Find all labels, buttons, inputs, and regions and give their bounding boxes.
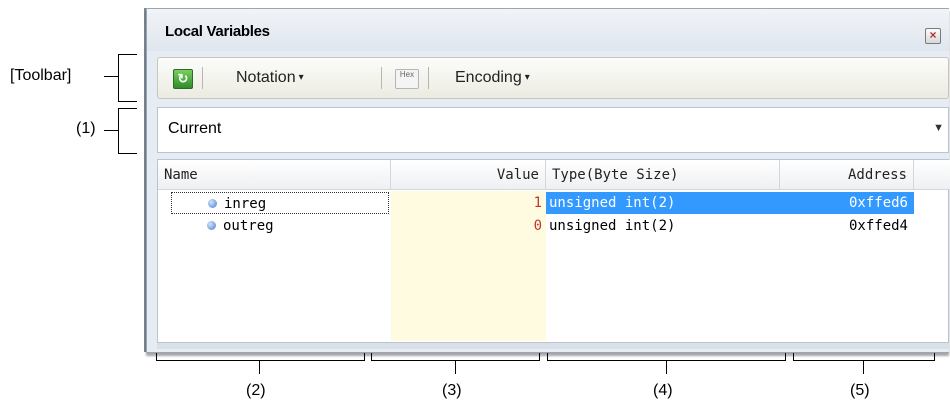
row-type[interactable]: unsigned int(2) [546, 192, 780, 214]
row-name: inreg [224, 196, 267, 212]
column-header-value[interactable]: Value [391, 160, 546, 190]
dropdown-arrow-icon[interactable]: ▼ [933, 122, 944, 134]
column-header-filler [914, 160, 950, 190]
combo-annotation: (1) [76, 120, 96, 137]
column-header-address[interactable]: Address [780, 160, 914, 190]
panel-title: Local Variables [165, 23, 270, 40]
close-icon[interactable]: × [925, 28, 941, 44]
variables-grid: Name Value Type(Byte Size) Address inreg… [157, 159, 950, 343]
refresh-icon[interactable]: ↻ [173, 69, 193, 89]
column-bracket-type-tick [666, 361, 668, 374]
table-row[interactable]: inreg [171, 192, 389, 214]
name-column-annotation: (2) [246, 382, 266, 399]
toolbar-separator [381, 67, 382, 89]
toolbar-annotation-line [104, 76, 118, 77]
toolbar-annotation: [Toolbar] [10, 67, 72, 84]
value-column-annotation: (3) [442, 382, 462, 399]
chevron-down-icon: ▾ [298, 72, 304, 83]
table-row[interactable]: outreg [171, 215, 389, 237]
toolbar-separator [202, 67, 203, 89]
panel-bottom-edge [157, 343, 949, 349]
variable-icon [207, 221, 216, 230]
toolbar: ↻ Notation ▾ Hex Encoding ▾ [157, 57, 949, 99]
column-bracket-value-tick [455, 361, 457, 374]
combo-annotation-bracket [118, 108, 137, 154]
titlebar: Local Variables × [147, 9, 949, 51]
row-address[interactable]: 0xffed6 [780, 192, 914, 214]
encoding-menu-button[interactable]: Encoding ▾ [455, 69, 530, 87]
row-address[interactable]: 0xffed4 [780, 215, 914, 237]
toolbar-separator [428, 67, 429, 89]
column-header-type[interactable]: Type(Byte Size) [546, 160, 780, 190]
row-value[interactable]: 0 [391, 215, 546, 237]
row-name: outreg [223, 218, 274, 234]
chevron-down-icon: ▾ [524, 72, 530, 83]
column-bracket-address-tick [863, 361, 865, 374]
variable-icon [208, 199, 217, 208]
encoding-label: Encoding [455, 69, 522, 86]
type-column-annotation: (4) [653, 382, 673, 399]
local-variables-panel: Local Variables × ↻ Notation ▾ Hex Encodi… [146, 8, 950, 353]
hex-icon-text: Hex [399, 70, 415, 79]
notation-label: Notation [236, 69, 296, 86]
notation-menu-button[interactable]: Notation ▾ [236, 69, 304, 87]
scope-select[interactable]: Current ▼ [157, 107, 949, 153]
address-column-annotation: (5) [850, 382, 870, 399]
hex-icon[interactable]: Hex [395, 69, 419, 89]
row-type[interactable]: unsigned int(2) [546, 215, 780, 237]
column-bracket-name-tick [259, 361, 261, 374]
column-header-name[interactable]: Name [158, 160, 391, 190]
toolbar-annotation-bracket [118, 54, 137, 102]
row-value[interactable]: 1 [391, 192, 546, 214]
combo-annotation-line [104, 130, 118, 131]
scope-select-value: Current [168, 120, 222, 137]
